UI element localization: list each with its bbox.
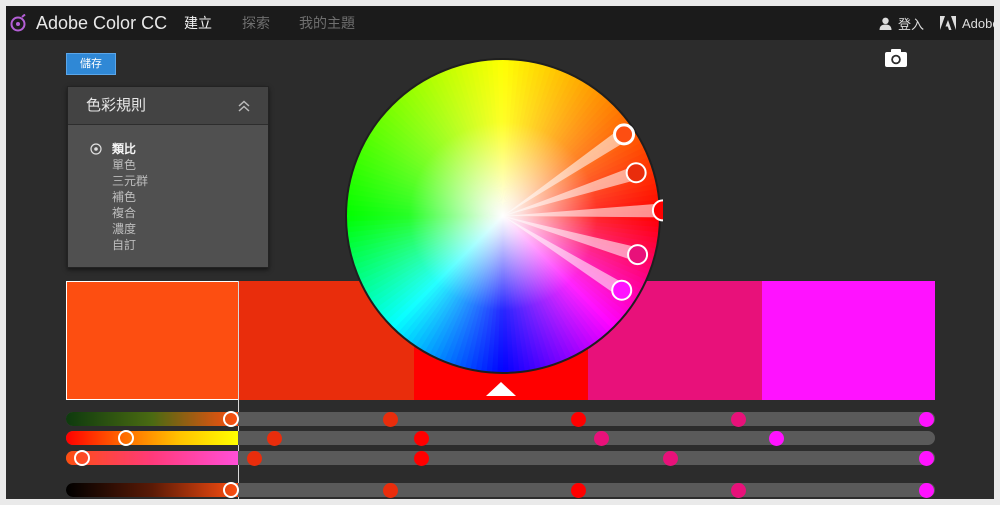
camera-icon[interactable] bbox=[884, 48, 908, 68]
slider-gradient-1 bbox=[66, 412, 238, 426]
slider-dot[interactable] bbox=[414, 431, 429, 446]
slider-dot[interactable] bbox=[731, 483, 746, 498]
save-button[interactable]: 儲存 bbox=[66, 53, 116, 75]
color-wheel[interactable] bbox=[343, 56, 663, 376]
slider-dot[interactable] bbox=[919, 412, 934, 427]
rule-custom[interactable]: 自訂 bbox=[90, 237, 148, 253]
color-rules-list: 類比 單色 三元群 補色 複合 濃度 自訂 bbox=[90, 141, 148, 253]
color-handle-2[interactable] bbox=[625, 162, 647, 184]
color-handle-4[interactable] bbox=[627, 244, 649, 266]
slider-knob-3[interactable] bbox=[74, 450, 90, 466]
slider-gradient-2 bbox=[66, 431, 238, 445]
brand[interactable]: Adobe Color CC bbox=[10, 10, 167, 36]
triangle-up-icon bbox=[486, 382, 516, 396]
nav-create[interactable]: 建立 bbox=[184, 6, 212, 40]
rule-triad[interactable]: 三元群 bbox=[90, 173, 148, 189]
login-link[interactable]: 登入 bbox=[879, 6, 924, 40]
panel-header[interactable]: 色彩規則 bbox=[68, 87, 268, 125]
slider-dot[interactable] bbox=[383, 483, 398, 498]
top-navigation-bar: Adobe Color CC 建立 探索 我的主題 登入 Adobe bbox=[6, 6, 994, 40]
slider-dot[interactable] bbox=[383, 412, 398, 427]
rule-compound[interactable]: 複合 bbox=[90, 205, 148, 221]
color-handle-5[interactable] bbox=[611, 279, 633, 301]
radio-selected-icon bbox=[90, 143, 102, 155]
slider-dot[interactable] bbox=[663, 451, 678, 466]
slider-gradient-4 bbox=[66, 483, 238, 497]
slider-dot[interactable] bbox=[247, 451, 262, 466]
slider-dot[interactable] bbox=[571, 412, 586, 427]
login-label: 登入 bbox=[898, 16, 925, 32]
slider-dot[interactable] bbox=[919, 451, 934, 466]
panel-title: 色彩規則 bbox=[86, 97, 147, 114]
rule-label: 類比 bbox=[112, 142, 137, 156]
app-window: Adobe Color CC 建立 探索 我的主題 登入 Adobe 儲存 bbox=[6, 6, 994, 499]
rule-complementary[interactable]: 補色 bbox=[90, 189, 148, 205]
slider-gradient-3 bbox=[66, 451, 238, 465]
adobe-link[interactable]: Adobe bbox=[940, 6, 994, 40]
adobe-label: Adobe bbox=[962, 15, 994, 31]
slider-knob-1[interactable] bbox=[223, 411, 239, 427]
swatch-5[interactable] bbox=[762, 281, 935, 400]
chevron-up-icon[interactable] bbox=[236, 98, 252, 114]
selected-column-divider bbox=[238, 281, 239, 499]
rule-shades[interactable]: 濃度 bbox=[90, 221, 148, 237]
slider-dot[interactable] bbox=[731, 412, 746, 427]
app-title: Adobe Color CC bbox=[36, 12, 168, 33]
slider-dot[interactable] bbox=[571, 483, 586, 498]
nav-explore[interactable]: 探索 bbox=[242, 6, 270, 40]
slider-dot[interactable] bbox=[267, 431, 282, 446]
color-handle-1[interactable] bbox=[613, 123, 636, 146]
user-icon bbox=[879, 17, 892, 30]
adobe-color-logo-icon bbox=[10, 14, 26, 32]
swatch-1[interactable] bbox=[66, 281, 239, 400]
color-rules-panel: 色彩規則 類比 單色 三元群 補色 複合 濃度 自訂 bbox=[67, 86, 269, 268]
slider-knob-4[interactable] bbox=[223, 482, 239, 498]
slider-dot[interactable] bbox=[414, 451, 429, 466]
slider-dot[interactable] bbox=[769, 431, 784, 446]
adobe-logo-icon bbox=[940, 16, 956, 30]
slider-dot[interactable] bbox=[594, 431, 609, 446]
rule-analogous[interactable]: 類比 bbox=[90, 141, 148, 157]
nav-my-themes[interactable]: 我的主題 bbox=[299, 6, 355, 40]
slider-dot[interactable] bbox=[919, 483, 934, 498]
rule-monochromatic[interactable]: 單色 bbox=[90, 157, 148, 173]
slider-knob-2[interactable] bbox=[118, 430, 134, 446]
